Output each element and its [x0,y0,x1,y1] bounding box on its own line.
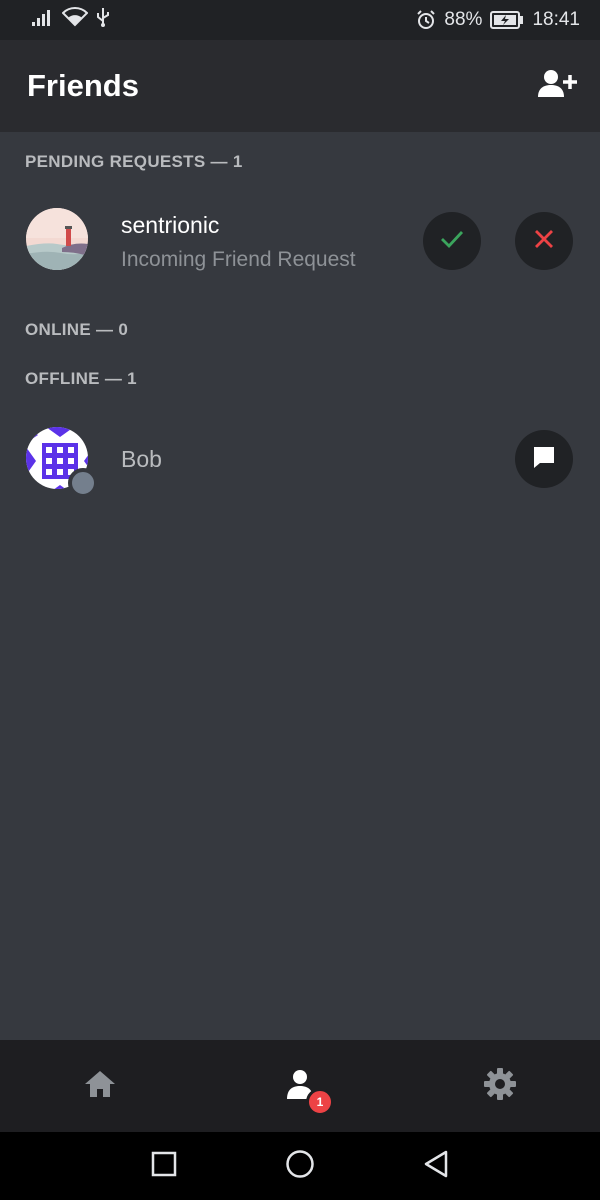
home-icon [83,1069,117,1104]
friend-row[interactable]: Bob [0,422,600,502]
settings-gear-icon [483,1067,517,1106]
recent-apps-button[interactable] [144,1146,184,1186]
section-header-online: ONLINE — 0 [25,320,129,339]
friend-name: sentrionic [121,212,220,238]
nav-home[interactable] [60,1046,140,1126]
status-bar: 88% 18:41 [0,0,600,40]
battery-percent: 88% [444,9,483,30]
nav-friends[interactable]: 1 [260,1046,340,1126]
section-header-pending: PENDING REQUESTS — 1 [25,152,243,171]
clock-time: 18:41 [532,9,580,30]
page-title: Friends [27,68,139,103]
nav-settings[interactable] [460,1046,540,1126]
friend-request-label: Incoming Friend Request [121,248,356,271]
check-icon [439,226,465,257]
accept-request-button[interactable] [423,212,481,270]
decline-request-button[interactable] [515,212,573,270]
usb-icon [96,7,110,33]
close-icon [532,227,556,256]
home-circle-icon [285,1149,315,1184]
status-right: 88% 18:41 [416,9,580,31]
signal-icon [32,8,54,32]
app-header: Friends [0,40,600,132]
message-button[interactable] [515,430,573,488]
pending-request-row[interactable]: sentrionic Incoming Friend Request [0,202,600,282]
alarm-icon [416,10,436,30]
add-friend-icon [538,69,578,104]
offline-status-dot [68,468,98,498]
message-icon [531,444,557,475]
battery-charging-icon [490,11,524,29]
friend-name: Bob [121,446,162,472]
wifi-icon [61,7,89,33]
back-button[interactable] [416,1146,456,1186]
friends-list: PENDING REQUESTS — 1 sentrionic Incoming… [0,132,600,1040]
notification-badge: 1 [306,1088,334,1116]
add-friend-button[interactable] [536,64,580,108]
back-icon [422,1149,450,1184]
system-navigation-bar [0,1132,600,1200]
bottom-navigation: 1 [0,1040,600,1132]
recent-apps-icon [151,1151,177,1182]
section-header-offline: OFFLINE — 1 [25,369,137,388]
avatar [26,208,88,270]
home-button[interactable] [280,1146,320,1186]
status-left [32,7,110,33]
